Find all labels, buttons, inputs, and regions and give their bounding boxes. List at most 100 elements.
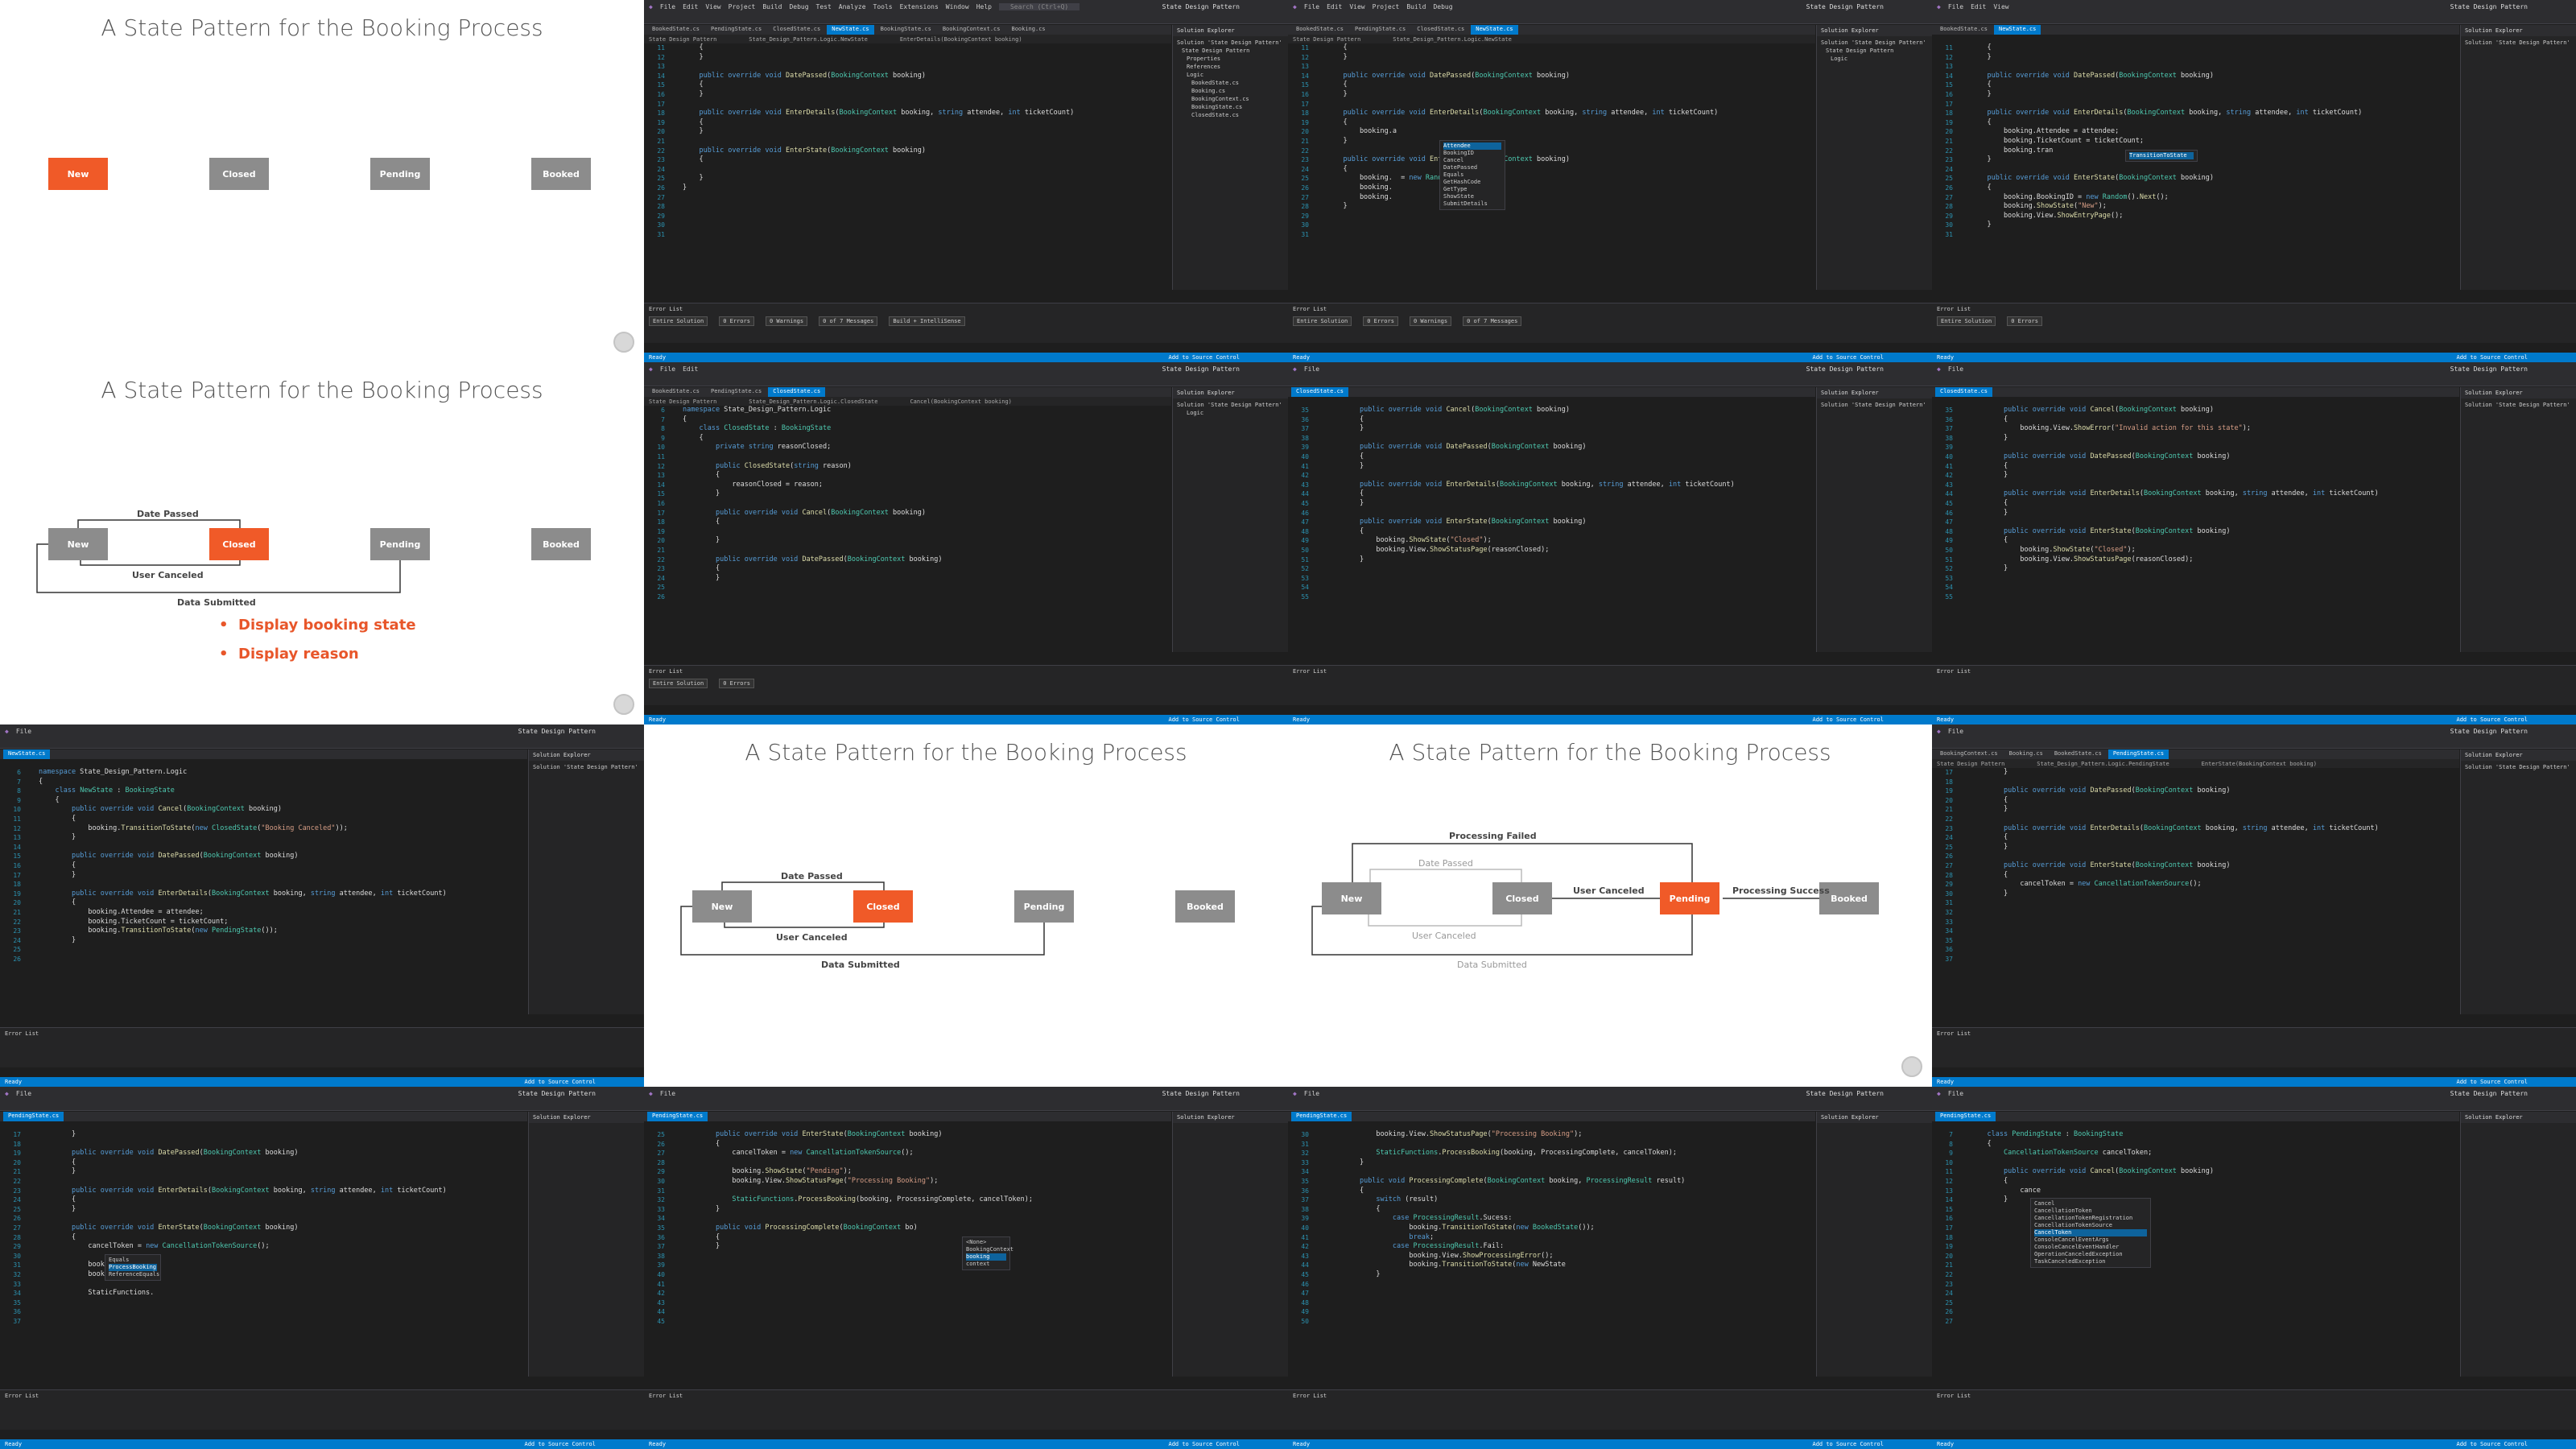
tab-bookedstate[interactable]: BookedState.cs xyxy=(1935,25,1992,35)
tree-logic[interactable]: Logic xyxy=(1177,409,1284,417)
intellisense-item[interactable]: Equals xyxy=(109,1257,157,1264)
errors-filter[interactable]: 0 Errors xyxy=(1363,316,1398,326)
nav-member[interactable]: Cancel(BookingContext booking) xyxy=(910,398,1011,405)
tab-bookingcontext[interactable]: BookingContext.cs xyxy=(1935,749,2003,759)
code-editor[interactable]: public override void Cancel(BookingConte… xyxy=(1971,406,2454,652)
code-editor[interactable]: namespace State_Design_Pattern.Logic { c… xyxy=(683,406,1166,652)
tab-pendingstate[interactable]: PendingState.cs xyxy=(1291,1112,1352,1121)
menu-file[interactable]: File xyxy=(660,365,675,373)
tab-pendingstate[interactable]: PendingState.cs xyxy=(2107,749,2169,759)
code-editor[interactable]: namespace State_Design_Pattern.Logic { c… xyxy=(39,768,522,1014)
tree-solution[interactable]: Solution 'State Design Pattern' xyxy=(2465,763,2572,771)
tree-solution[interactable]: Solution 'State Design Pattern' xyxy=(2465,401,2572,409)
tab-booking[interactable]: Booking.cs xyxy=(1006,25,1050,35)
tab-newstate[interactable]: NewState.cs xyxy=(3,749,51,759)
menu-debug[interactable]: Debug xyxy=(789,3,808,10)
intellisense-item[interactable]: BookingContext xyxy=(966,1246,1013,1253)
menu-file[interactable]: File xyxy=(1948,728,1963,735)
intellisense-item[interactable]: ReferenceEquals xyxy=(109,1271,159,1278)
tab-pendingstate[interactable]: PendingState.cs xyxy=(706,387,766,397)
add-to-source-control[interactable]: Add to Source Control xyxy=(1168,716,1240,723)
intellisense-item[interactable]: BookingID xyxy=(1443,150,1501,157)
menu-file[interactable]: File xyxy=(660,3,675,10)
tab-pendingstate[interactable]: PendingState.cs xyxy=(1350,25,1410,35)
tree-solution[interactable]: Solution 'State Design Pattern' xyxy=(1821,401,1928,409)
tab-newstate[interactable]: NewState.cs xyxy=(1994,25,2041,35)
tree-bookingstate[interactable]: BookingState.cs xyxy=(1177,103,1284,111)
scope-dropdown[interactable]: Entire Solution xyxy=(1293,316,1352,326)
search-input[interactable]: Search (Ctrl+Q) xyxy=(998,2,1080,10)
intellisense-item[interactable]: GetType xyxy=(1443,186,1501,193)
add-to-source-control[interactable]: Add to Source Control xyxy=(1812,1441,1884,1447)
nav-class[interactable]: State_Design_Pattern.Logic.PendingState xyxy=(2037,761,2169,767)
tree-solution[interactable]: Solution 'State Design Pattern' xyxy=(2465,39,2572,47)
warnings-filter[interactable]: 0 Warnings xyxy=(765,316,808,326)
nav-project[interactable]: State Design Pattern xyxy=(649,36,716,43)
code-editor[interactable]: { } public override void DatePassed(Book… xyxy=(683,43,1166,290)
menu-project[interactable]: Project xyxy=(1373,3,1400,10)
add-to-source-control[interactable]: Add to Source Control xyxy=(1812,716,1884,723)
add-to-source-control[interactable]: Add to Source Control xyxy=(524,1441,596,1447)
scope-dropdown[interactable]: Entire Solution xyxy=(1937,316,1996,326)
tab-newstate[interactable]: NewState.cs xyxy=(1471,25,1518,35)
intellisense-item[interactable]: SubmitDetails xyxy=(1443,200,1501,208)
errors-filter[interactable]: 0 Errors xyxy=(2007,316,2042,326)
tree-bookedstate[interactable]: BookedState.cs xyxy=(1177,79,1284,87)
menu-file[interactable]: File xyxy=(16,1090,31,1097)
messages-filter[interactable]: 0 of 7 Messages xyxy=(1463,316,1522,326)
code-editor[interactable]: } public override void DatePassed(Bookin… xyxy=(39,1130,522,1377)
scope-dropdown[interactable]: Entire Solution xyxy=(649,679,708,688)
menu-view[interactable]: View xyxy=(1349,3,1364,10)
tab-closedstate[interactable]: ClosedState.cs xyxy=(1935,387,1993,397)
menu-view[interactable]: View xyxy=(1993,3,2008,10)
tree-logic[interactable]: Logic xyxy=(1821,55,1928,63)
nav-member[interactable]: EnterState(BookingContext booking) xyxy=(2202,761,2317,767)
intellisense-item[interactable]: Cancel xyxy=(1443,157,1501,164)
menu-edit[interactable]: Edit xyxy=(1971,3,1986,10)
add-to-source-control[interactable]: Add to Source Control xyxy=(1168,1441,1240,1447)
code-editor[interactable]: booking.View.ShowStatusPage("Processing … xyxy=(1327,1130,1810,1377)
menu-debug[interactable]: Debug xyxy=(1433,3,1452,10)
add-to-source-control[interactable]: Add to Source Control xyxy=(524,1079,596,1085)
tab-closedstate[interactable]: ClosedState.cs xyxy=(768,25,825,35)
menu-build[interactable]: Build xyxy=(1406,3,1426,10)
intellisense-item[interactable]: Cancel xyxy=(2034,1200,2147,1208)
tree-references[interactable]: References xyxy=(1177,63,1284,71)
nav-class[interactable]: State_Design_Pattern.Logic.NewState xyxy=(1393,36,1512,43)
menu-edit[interactable]: Edit xyxy=(1327,3,1342,10)
tree-solution[interactable]: Solution 'State Design Pattern' xyxy=(1177,401,1284,409)
warnings-filter[interactable]: 0 Warnings xyxy=(1409,316,1452,326)
code-editor[interactable]: { } public override void DatePassed(Book… xyxy=(1971,43,2454,290)
tab-closedstate[interactable]: ClosedState.cs xyxy=(768,387,826,397)
build-filter-dropdown[interactable]: Build + IntelliSense xyxy=(889,316,965,326)
nav-class[interactable]: State_Design_Pattern.Logic.ClosedState xyxy=(749,398,877,405)
messages-filter[interactable]: 0 of 7 Messages xyxy=(819,316,878,326)
tab-pendingstate[interactable]: PendingState.cs xyxy=(647,1112,708,1121)
intellisense-item[interactable]: CancellationTokenRegistration xyxy=(2034,1215,2147,1222)
intellisense-item[interactable]: <None> xyxy=(966,1239,1006,1246)
tree-solution[interactable]: Solution 'State Design Pattern' xyxy=(1821,39,1928,47)
menu-file[interactable]: File xyxy=(1948,3,1963,10)
errors-filter[interactable]: 0 Errors xyxy=(719,679,754,688)
add-to-source-control[interactable]: Add to Source Control xyxy=(1168,354,1240,361)
tab-bookedstate[interactable]: BookedState.cs xyxy=(647,387,704,397)
menu-file[interactable]: File xyxy=(16,728,31,735)
code-editor[interactable]: public override void EnterState(BookingC… xyxy=(683,1130,1166,1377)
tree-closedstate[interactable]: ClosedState.cs xyxy=(1177,111,1284,119)
menu-project[interactable]: Project xyxy=(729,3,756,10)
menu-analyze[interactable]: Analyze xyxy=(839,3,866,10)
tab-closedstate[interactable]: ClosedState.cs xyxy=(1291,387,1349,397)
intellisense-item[interactable]: DatePassed xyxy=(1443,164,1501,171)
tab-bookedstate[interactable]: BookedState.cs xyxy=(647,25,704,35)
intellisense-item[interactable]: context xyxy=(966,1261,1006,1268)
menu-help[interactable]: Help xyxy=(976,3,992,10)
menu-file[interactable]: File xyxy=(1304,3,1319,10)
menu-build[interactable]: Build xyxy=(762,3,782,10)
intellisense-item[interactable]: ShowState xyxy=(1443,193,1501,200)
tree-project[interactable]: State Design Pattern xyxy=(1821,47,1928,55)
intellisense-item[interactable]: CancellationTokenSource xyxy=(2034,1222,2147,1229)
nav-project[interactable]: State Design Pattern xyxy=(1293,36,1360,43)
menu-file[interactable]: File xyxy=(660,1090,675,1097)
code-editor[interactable]: { } public override void DatePassed(Book… xyxy=(1327,43,1810,290)
intellisense-item[interactable]: ConsoleCancelEventHandler xyxy=(2034,1244,2147,1251)
